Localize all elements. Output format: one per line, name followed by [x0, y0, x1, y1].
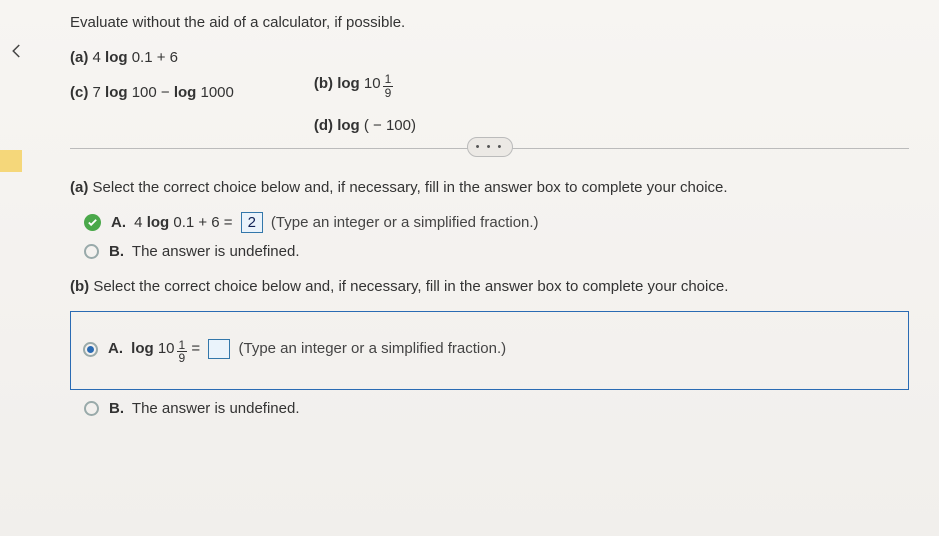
- radio-icon[interactable]: [84, 401, 99, 416]
- left-column: (a) 4 log 0.1 + 6 (c) 7 log 100 − log 10…: [70, 49, 234, 134]
- c-mid: 100 −: [128, 84, 174, 101]
- a-optA-eq: 0.1 + 6 =: [169, 214, 237, 231]
- b-optA-frac-num: 1: [177, 339, 188, 353]
- part-a-label: (a): [70, 179, 88, 196]
- b-optA-frac-den: 9: [177, 352, 188, 365]
- opt-b-letter: B.: [109, 243, 124, 260]
- label-b: (b): [314, 75, 333, 92]
- answer-input-b[interactable]: [208, 339, 230, 359]
- b-frac-num: 1: [383, 73, 394, 87]
- problem-grid: (a) 4 log 0.1 + 6 (c) 7 log 100 − log 10…: [70, 49, 909, 134]
- opt-b-letter: B.: [109, 400, 124, 417]
- part-b-label: (b): [70, 278, 89, 295]
- part-b-text: Select the correct choice below and, if …: [89, 278, 728, 295]
- problem-c: (c) 7 log 100 − log 1000: [70, 84, 234, 101]
- opt-b-text: The answer is undefined.: [132, 400, 300, 417]
- c-log1: log: [105, 84, 128, 101]
- a-prefix: 4: [93, 49, 106, 66]
- label-d: (d): [314, 117, 333, 134]
- b-optA-eq: =: [187, 340, 204, 357]
- part-a-intro: (a) Select the correct choice below and,…: [70, 179, 909, 196]
- b-optA-log: log: [131, 340, 154, 357]
- problem-b: (b) log 1019: [314, 69, 416, 99]
- label-a: (a): [70, 49, 88, 66]
- choice-content: A. log 1019 = (Type an integer or a simp…: [108, 334, 506, 364]
- a-log: log: [105, 49, 128, 66]
- opt-b-text: The answer is undefined.: [132, 243, 300, 260]
- a-optA-prefix: 4: [134, 214, 147, 231]
- radio-icon[interactable]: [84, 244, 99, 259]
- answer-input-a[interactable]: 2: [241, 212, 263, 233]
- problem-a: (a) 4 log 0.1 + 6: [70, 49, 234, 66]
- b-optA-base: 10: [154, 340, 175, 357]
- d-arg: ( − 100): [360, 117, 416, 134]
- b-base: 10: [360, 75, 381, 92]
- problem-d: (d) log ( − 100): [314, 117, 416, 134]
- part-b-option-a[interactable]: A. log 1019 = (Type an integer or a simp…: [83, 334, 896, 364]
- back-arrow-icon[interactable]: [8, 40, 26, 66]
- highlight-marker: [0, 150, 22, 172]
- b-log: log: [337, 75, 360, 92]
- c-tail: 1000: [196, 84, 234, 101]
- c-log2: log: [174, 84, 197, 101]
- choice-content: B. The answer is undefined.: [109, 243, 300, 260]
- radio-icon[interactable]: [83, 342, 98, 357]
- exercise-page: Evaluate without the aid of a calculator…: [0, 0, 939, 536]
- part-b-selected-group: A. log 1019 = (Type an integer or a simp…: [70, 311, 909, 389]
- part-b-option-b[interactable]: B. The answer is undefined.: [84, 400, 909, 417]
- a-optA-log: log: [147, 214, 170, 231]
- part-a-text: Select the correct choice below and, if …: [88, 179, 727, 196]
- choice-content: A. 4 log 0.1 + 6 = 2 (Type an integer or…: [111, 212, 539, 233]
- b-frac-den: 9: [383, 87, 394, 100]
- choice-content: B. The answer is undefined.: [109, 400, 300, 417]
- a-rest: 0.1 + 6: [128, 49, 178, 66]
- right-column: (b) log 1019 (d) log ( − 100): [314, 49, 416, 134]
- part-b-intro: (b) Select the correct choice below and,…: [70, 278, 909, 295]
- opt-a-letter: A.: [108, 340, 123, 357]
- ellipsis-button[interactable]: • • •: [467, 137, 513, 157]
- c-prefix: 7: [93, 84, 106, 101]
- label-c: (c): [70, 84, 88, 101]
- a-optA-hint: (Type an integer or a simplified fractio…: [267, 214, 539, 231]
- part-a-option-b[interactable]: B. The answer is undefined.: [84, 243, 909, 260]
- check-icon: [84, 214, 101, 231]
- main-prompt: Evaluate without the aid of a calculator…: [70, 14, 909, 31]
- part-a-option-a[interactable]: A. 4 log 0.1 + 6 = 2 (Type an integer or…: [84, 212, 909, 233]
- d-log: log: [337, 117, 360, 134]
- b-optA-hint: (Type an integer or a simplified fractio…: [234, 340, 506, 357]
- opt-a-letter: A.: [111, 214, 126, 231]
